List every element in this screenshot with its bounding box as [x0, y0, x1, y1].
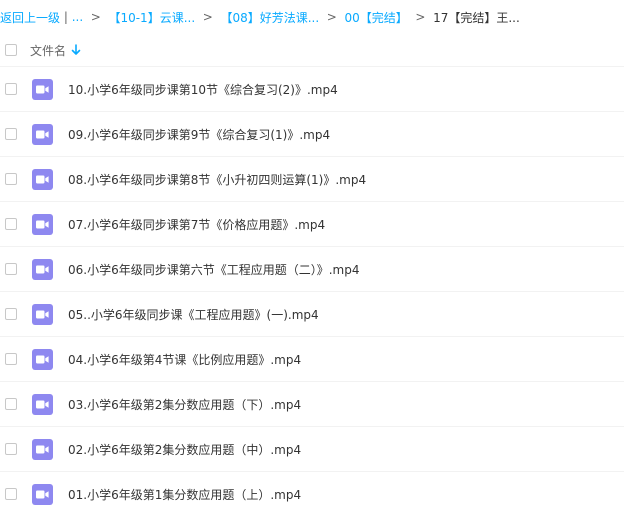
- file-list: 10.小学6年级同步课第10节《综合复习(2)》.mp4 09.小学6年级同步课…: [0, 67, 624, 506]
- video-file-icon: [32, 393, 53, 415]
- file-name[interactable]: 05..小学6年级同步课《工程应用题》(一).mp4: [68, 306, 319, 323]
- file-name[interactable]: 09.小学6年级同步课第9节《综合复习(1)》.mp4: [68, 126, 330, 143]
- row-checkbox[interactable]: [5, 128, 17, 140]
- sort-arrow-down-icon[interactable]: [71, 44, 81, 56]
- file-browser: 返回上一级 | ... > 【10-1】云课... > 【08】好芳法课... …: [0, 0, 624, 506]
- video-file-icon: [32, 168, 53, 190]
- column-header-filename[interactable]: 文件名: [30, 42, 66, 59]
- select-all-checkbox[interactable]: [5, 44, 17, 56]
- row-checkbox[interactable]: [5, 398, 17, 410]
- video-file-icon: [32, 258, 53, 280]
- file-row[interactable]: 02.小学6年级第2集分数应用题（中）.mp4: [0, 427, 624, 472]
- breadcrumb-ellipsis[interactable]: ...: [72, 10, 83, 24]
- row-checkbox[interactable]: [5, 308, 17, 320]
- row-checkbox[interactable]: [5, 218, 17, 230]
- video-file-icon: [32, 78, 53, 100]
- file-row[interactable]: 08.小学6年级同步课第8节《小升初四则运算(1)》.mp4: [0, 157, 624, 202]
- file-name[interactable]: 04.小学6年级第4节课《比例应用题》.mp4: [68, 351, 301, 368]
- video-file-icon: [32, 348, 53, 370]
- file-name[interactable]: 07.小学6年级同步课第7节《价格应用题》.mp4: [68, 216, 325, 233]
- back-link[interactable]: 返回上一级: [0, 9, 60, 26]
- row-checkbox[interactable]: [5, 353, 17, 365]
- file-name[interactable]: 02.小学6年级第2集分数应用题（中）.mp4: [68, 441, 301, 458]
- row-checkbox[interactable]: [5, 443, 17, 455]
- breadcrumb-item[interactable]: 【08】好芳法课...: [220, 9, 319, 26]
- file-row[interactable]: 07.小学6年级同步课第7节《价格应用题》.mp4: [0, 202, 624, 247]
- file-row[interactable]: 03.小学6年级第2集分数应用题（下）.mp4: [0, 382, 624, 427]
- breadcrumb-separator-icon: >: [83, 10, 109, 24]
- file-row[interactable]: 09.小学6年级同步课第9节《综合复习(1)》.mp4: [0, 112, 624, 157]
- video-file-icon: [32, 123, 53, 145]
- file-row[interactable]: 05..小学6年级同步课《工程应用题》(一).mp4: [0, 292, 624, 337]
- breadcrumb: 返回上一级 | ... > 【10-1】云课... > 【08】好芳法课... …: [0, 0, 624, 34]
- breadcrumb-divider: |: [60, 10, 72, 24]
- file-row[interactable]: 06.小学6年级同步课第六节《工程应用题（二）》.mp4: [0, 247, 624, 292]
- file-name[interactable]: 10.小学6年级同步课第10节《综合复习(2)》.mp4: [68, 81, 338, 98]
- breadcrumb-current: 17【完结】王...: [433, 10, 520, 25]
- file-name[interactable]: 08.小学6年级同步课第8节《小升初四则运算(1)》.mp4: [68, 171, 366, 188]
- video-file-icon: [32, 483, 53, 505]
- row-checkbox[interactable]: [5, 488, 17, 500]
- video-file-icon: [32, 438, 53, 460]
- row-checkbox[interactable]: [5, 173, 17, 185]
- video-file-icon: [32, 303, 53, 325]
- file-row[interactable]: 01.小学6年级第1集分数应用题（上）.mp4: [0, 472, 624, 506]
- video-file-icon: [32, 213, 53, 235]
- file-name[interactable]: 03.小学6年级第2集分数应用题（下）.mp4: [68, 396, 301, 413]
- file-row[interactable]: 10.小学6年级同步课第10节《综合复习(2)》.mp4: [0, 67, 624, 112]
- list-header: 文件名: [0, 34, 624, 67]
- file-name[interactable]: 06.小学6年级同步课第六节《工程应用题（二）》.mp4: [68, 261, 359, 278]
- breadcrumb-separator-icon: >: [407, 10, 434, 24]
- file-row[interactable]: 04.小学6年级第4节课《比例应用题》.mp4: [0, 337, 624, 382]
- breadcrumb-separator-icon: >: [319, 10, 345, 24]
- row-checkbox[interactable]: [5, 83, 17, 95]
- breadcrumb-item[interactable]: 00【完结】: [344, 9, 407, 26]
- breadcrumb-item[interactable]: 【10-1】云课...: [108, 9, 195, 26]
- file-name[interactable]: 01.小学6年级第1集分数应用题（上）.mp4: [68, 486, 301, 503]
- breadcrumb-separator-icon: >: [195, 10, 221, 24]
- row-checkbox[interactable]: [5, 263, 17, 275]
